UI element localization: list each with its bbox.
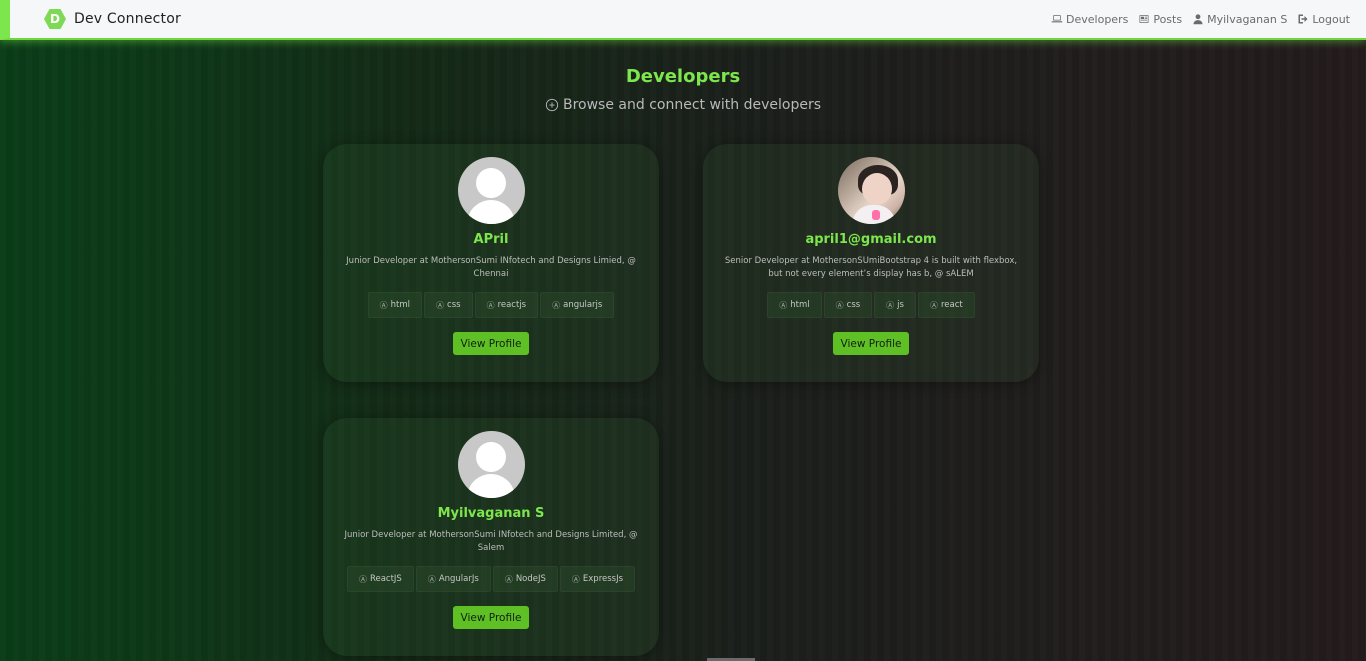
avatar — [457, 431, 525, 498]
skill-badge: Ⓐ AngularJs — [415, 566, 491, 592]
angular-icon: Ⓐ — [436, 300, 445, 310]
skill-label: ExpressJs — [582, 574, 624, 584]
skill-badge: Ⓐangularjs — [540, 292, 615, 318]
user-icon — [1193, 14, 1203, 25]
developer-card: APril Junior Developer at MothersonSumi … — [323, 144, 659, 382]
skill-label: html — [390, 300, 411, 310]
avatar — [837, 157, 905, 224]
page-title: Developers — [625, 66, 741, 87]
skill-label: angularjs — [563, 300, 603, 310]
skill-badge: Ⓐreact — [917, 292, 975, 318]
newspaper-icon — [1139, 15, 1149, 23]
skill-label: react — [940, 300, 963, 310]
logout-icon — [1298, 14, 1308, 24]
nav-logout-link[interactable]: Logout — [1297, 13, 1350, 26]
skill-badge: Ⓐcss — [823, 292, 873, 318]
laptop-icon — [1051, 15, 1063, 23]
developer-card: Myilvaganan S Junior Developer at Mother… — [323, 418, 659, 656]
developers-page: Developers Browse and connect with devel… — [0, 40, 1366, 661]
angular-icon: Ⓐ — [929, 300, 938, 310]
nav-posts-label: Posts — [1153, 12, 1183, 26]
angular-icon: Ⓐ — [571, 574, 580, 584]
developer-name: april1@gmail.com — [805, 232, 937, 247]
developer-status: Senior Developer at MothersonSUmiBootstr… — [724, 256, 1018, 279]
nav-links: Developers Posts Myilvaganan S Logout — [1051, 13, 1350, 26]
developer-status: Junior Developer at MothersonSumi INfote… — [346, 256, 636, 279]
angular-icon: Ⓐ — [886, 300, 895, 310]
logo-letter: D — [50, 12, 60, 26]
skill-label: html — [790, 300, 810, 310]
brand-name: Dev Connector — [74, 11, 181, 27]
angular-icon: Ⓐ — [379, 300, 388, 310]
skills-list: Ⓐhtml Ⓐcss Ⓐjs Ⓐreact — [767, 292, 975, 318]
skill-badge: Ⓐ NodeJS — [492, 566, 558, 592]
skill-label: reactjs — [497, 300, 527, 310]
developer-name: APril — [473, 232, 509, 247]
angular-icon: Ⓐ — [552, 300, 561, 310]
angular-icon: Ⓐ — [358, 574, 367, 584]
angular-icon: Ⓐ — [835, 300, 844, 310]
nav-user-link[interactable]: Myilvaganan S — [1192, 13, 1287, 26]
view-profile-button[interactable]: View Profile — [452, 332, 530, 355]
skill-badge: Ⓐreactjs — [474, 292, 539, 318]
angular-icon: Ⓐ — [486, 300, 495, 310]
developer-status: Junior Developer at MothersonSumi INfote… — [344, 530, 638, 553]
skill-label: js — [897, 300, 904, 310]
angular-icon: Ⓐ — [504, 574, 513, 584]
skill-label: NodeJS — [515, 574, 546, 584]
angular-icon: Ⓐ — [779, 300, 788, 310]
nav-posts-link[interactable]: Posts — [1138, 13, 1182, 26]
page-subtitle: Browse and connect with developers — [0, 97, 1366, 113]
skill-label: ReactJS — [369, 574, 402, 584]
view-profile-button[interactable]: View Profile — [832, 332, 910, 355]
skill-badge: Ⓐhtml — [367, 292, 423, 318]
angular-icon: Ⓐ — [427, 574, 436, 584]
developer-name: Myilvaganan S — [437, 506, 545, 521]
skill-label: css — [447, 300, 461, 310]
avatar — [457, 157, 525, 224]
skill-badge: Ⓐjs — [874, 292, 916, 318]
nav-developers-link[interactable]: Developers — [1051, 13, 1128, 26]
skill-label: AngularJs — [438, 574, 479, 584]
connect-icon — [545, 98, 559, 112]
logo-icon: D — [44, 9, 66, 29]
top-navbar: D Dev Connector Developers Posts Myilvag… — [0, 0, 1366, 40]
skill-badge: Ⓐcss — [424, 292, 473, 318]
developer-card: april1@gmail.com Senior Developer at Mot… — [703, 144, 1039, 382]
skills-list: Ⓐ ReactJS Ⓐ AngularJs Ⓐ NodeJS Ⓐ ExpressJs — [346, 566, 636, 592]
nav-logout-label: Logout — [1312, 12, 1350, 26]
skill-badge: Ⓐ ExpressJs — [559, 566, 636, 592]
view-profile-button[interactable]: View Profile — [452, 606, 530, 629]
skill-badge: Ⓐ ReactJS — [346, 566, 414, 592]
skills-list: Ⓐhtml Ⓐcss Ⓐreactjs Ⓐangularjs — [367, 292, 615, 318]
nav-user-label: Myilvaganan S — [1207, 12, 1288, 26]
nav-developers-label: Developers — [1066, 12, 1129, 26]
page-subtitle-text: Browse and connect with developers — [562, 97, 822, 113]
skill-label: css — [846, 300, 861, 310]
skill-badge: Ⓐhtml — [767, 292, 822, 318]
brand-link[interactable]: D Dev Connector — [44, 9, 181, 29]
